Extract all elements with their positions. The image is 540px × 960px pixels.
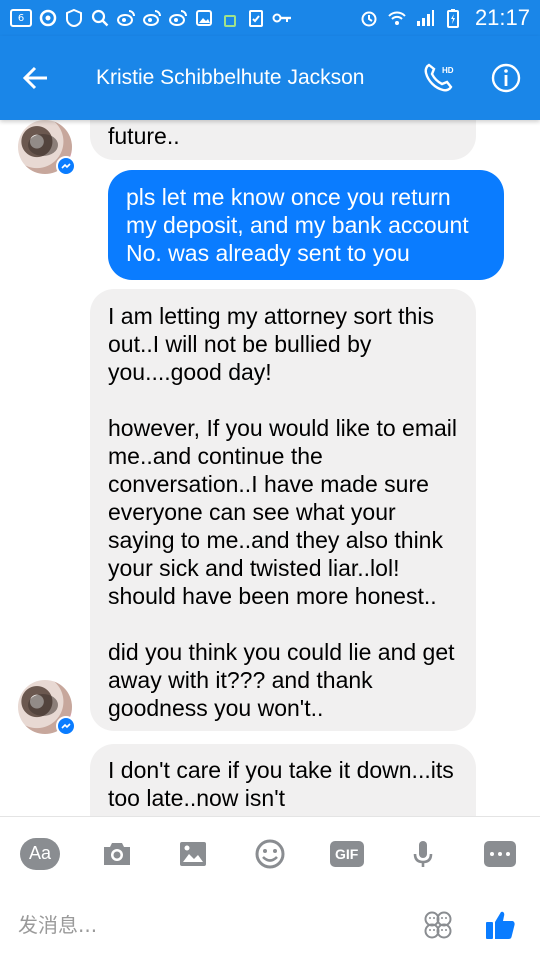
message-list[interactable]: future.. pls let me know once you return… bbox=[0, 120, 540, 816]
phone-hd-icon: HD bbox=[424, 63, 454, 92]
message-text: I am letting my attorney sort this out..… bbox=[108, 303, 434, 385]
messenger-badge bbox=[56, 156, 76, 176]
composer-toolbar: Aa GIF bbox=[0, 816, 540, 890]
conversation-header: Kristie Schibbelhute Jackson HD bbox=[0, 36, 540, 120]
image-icon bbox=[194, 8, 214, 28]
message-bubble-incoming[interactable]: future.. bbox=[90, 120, 476, 160]
messenger-bolt-icon bbox=[61, 723, 71, 729]
contact-avatar[interactable] bbox=[18, 120, 76, 176]
gif-button[interactable]: GIF bbox=[325, 832, 369, 876]
battery-charging-icon bbox=[443, 8, 463, 28]
shield-icon bbox=[64, 8, 84, 28]
message-input[interactable] bbox=[18, 905, 416, 945]
status-bar-left: 6 bbox=[10, 8, 292, 28]
wifi-icon bbox=[387, 8, 407, 28]
text-format-button[interactable]: Aa bbox=[18, 832, 62, 876]
call-button[interactable]: HD bbox=[404, 36, 472, 120]
weibo-icon bbox=[142, 8, 162, 28]
gallery-button[interactable] bbox=[171, 832, 215, 876]
microphone-icon bbox=[413, 840, 433, 867]
info-icon bbox=[491, 63, 521, 93]
image-icon bbox=[180, 841, 207, 866]
thumbs-up-icon bbox=[486, 911, 515, 939]
message-text: pls let me know once you return my depos… bbox=[126, 184, 469, 266]
message-bubble-outgoing[interactable]: pls let me know once you return my depos… bbox=[108, 170, 504, 280]
alarm-icon bbox=[359, 8, 379, 28]
clock: 21:17 bbox=[474, 5, 530, 30]
more-icon bbox=[483, 840, 516, 867]
message-text: however, If you would like to email me..… bbox=[108, 415, 458, 609]
status-bar-right: 21:17 bbox=[359, 5, 530, 31]
arrow-left-icon bbox=[22, 66, 47, 90]
stickers-button[interactable] bbox=[416, 903, 460, 947]
message-bubble-incoming[interactable]: I am letting my attorney sort this out..… bbox=[90, 289, 476, 731]
weibo-icon bbox=[168, 8, 188, 28]
signal-icon bbox=[415, 8, 435, 28]
weibo-icon bbox=[38, 8, 58, 28]
notification-count-badge: 6 bbox=[10, 9, 32, 27]
search-icon bbox=[90, 8, 110, 28]
message-text: I don't care if you take it down...its t… bbox=[108, 757, 454, 811]
info-button[interactable] bbox=[472, 36, 540, 120]
compose-bar bbox=[0, 890, 540, 960]
call-hd-badge: HD bbox=[442, 66, 454, 75]
message-text: future.. bbox=[108, 123, 180, 149]
status-bar: 6 21:17 bbox=[0, 0, 540, 36]
back-button[interactable] bbox=[0, 36, 72, 120]
more-button[interactable] bbox=[478, 832, 522, 876]
sim-card-icon bbox=[220, 8, 240, 28]
contact-avatar[interactable] bbox=[18, 680, 76, 736]
emoji-button[interactable] bbox=[248, 832, 292, 876]
voice-button[interactable] bbox=[401, 832, 445, 876]
contact-name[interactable]: Kristie Schibbelhute Jackson bbox=[96, 66, 404, 90]
clipboard-check-icon bbox=[246, 8, 266, 28]
smiley-icon bbox=[255, 839, 285, 868]
emoji-faces-icon bbox=[424, 911, 452, 939]
messenger-badge bbox=[56, 716, 76, 736]
messenger-bolt-icon bbox=[61, 163, 71, 169]
message-text: did you think you could lie and get away… bbox=[108, 639, 455, 721]
like-button[interactable] bbox=[478, 903, 522, 947]
gif-label: GIF bbox=[329, 840, 364, 867]
aa-label: Aa bbox=[20, 837, 60, 870]
camera-button[interactable] bbox=[95, 832, 139, 876]
key-icon bbox=[272, 8, 292, 28]
camera-icon bbox=[103, 842, 130, 865]
weibo-icon bbox=[116, 8, 136, 28]
message-bubble-incoming[interactable]: I don't care if you take it down...its t… bbox=[90, 744, 476, 816]
